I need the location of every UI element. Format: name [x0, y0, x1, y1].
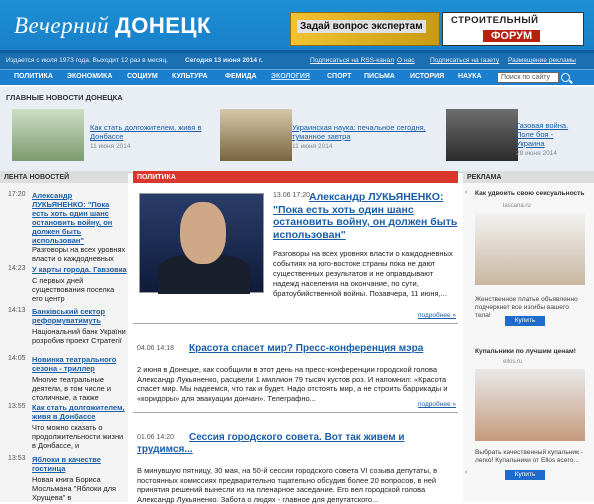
rss-link[interactable]: Подписаться на RSS-канал	[310, 57, 394, 64]
nav-culture[interactable]: КУЛЬТУРА	[172, 73, 208, 80]
news-thumb-2[interactable]	[220, 109, 292, 161]
today-date: Сегодня 13 июня 2014 г.	[185, 57, 263, 64]
ad-title[interactable]: Купальники по лучшим ценам!	[475, 348, 585, 356]
main-news-header: ГЛАВНЫЕ НОВОСТИ ДОНЕЦКА	[6, 93, 123, 102]
nav-politics[interactable]: ПОЛИТИКА	[14, 73, 53, 80]
ad-site: lascana.ru	[503, 203, 531, 209]
feed-time: 14:13	[8, 307, 26, 314]
feed-text: Что можно сказать о продолжительности жи…	[32, 423, 124, 450]
article-text: 2 июня в Донецке, как сообщили в этот де…	[137, 365, 448, 403]
feed-time: 13:53	[8, 455, 26, 462]
feed-text: С первых дней существования поселка его …	[32, 276, 115, 303]
ad-site: ellos.ru	[503, 359, 523, 365]
article-title[interactable]: Сессия городского совета. Вот так живем …	[137, 432, 455, 456]
site-logo[interactable]: Вечерний ДОНЕЦК	[14, 13, 211, 39]
feed-time: 14:23	[8, 265, 26, 272]
nav-sport[interactable]: СПОРТ	[327, 73, 351, 80]
main-nav: ПОЛИТИКА ЭКОНОМИКА СОЦИУМ КУЛЬТУРА ФЕМИД…	[0, 69, 594, 85]
feed-time: 14:05	[8, 355, 26, 362]
banner-ad-forum[interactable]: СТРОИТЕЛЬНЫЙ ФОРУМ	[442, 12, 584, 46]
nav-history[interactable]: ИСТОРИЯ	[410, 73, 444, 80]
politics-header: ПОЛИТИКА	[133, 171, 458, 183]
news-feed: 17:20 Александр ЛУКЬЯНЕНКО: "Пока есть х…	[0, 183, 128, 502]
main-news-title-3[interactable]: Газовая война. Поле боя - Украина	[516, 121, 580, 148]
feed-title[interactable]: Банківський сектор реформуватимуть	[32, 307, 127, 325]
advertising-link[interactable]: Размещение рекламы	[508, 57, 576, 64]
main-news-date-2: 11 июня 2014	[292, 143, 333, 150]
lead-more-link[interactable]: подробнее »	[418, 312, 456, 319]
lead-photo-face	[180, 202, 226, 264]
chevron-left-icon[interactable]: ‹	[465, 469, 467, 476]
divider	[133, 412, 458, 413]
article-title[interactable]: Красота спасет мир? Пресс-конференция мэ…	[137, 343, 455, 355]
feed-text: Разговоры на всех уровнях власти о каждо…	[32, 245, 126, 263]
feed-title[interactable]: Новинка театрального сезона - триллер	[32, 355, 127, 373]
lead-title[interactable]: Александр ЛУКЬЯНЕНКО: "Пока есть хоть од…	[273, 191, 459, 241]
news-thumb-3[interactable]	[446, 109, 518, 161]
banner-ad-forum-line1: СТРОИТЕЛЬНЫЙ	[451, 15, 539, 26]
info-bar: Издается с июля 1973 года. Выходит 12 ра…	[0, 53, 594, 69]
logo-bold: ДОНЕЦК	[115, 13, 211, 38]
news-thumb-1[interactable]	[12, 109, 84, 161]
ad-buy-button[interactable]: Купить	[505, 470, 545, 480]
feed-text: Національний банк України розробив проек…	[32, 327, 126, 345]
feed-title[interactable]: Яблоки в качестве гостинца	[32, 455, 127, 473]
ads-column: ‹ Как удвоить свою сексуальность lascana…	[463, 183, 594, 502]
banner-ad-forum-line2: ФОРУМ	[483, 30, 541, 42]
site-header: Вечерний ДОНЕЦК Задай вопрос экспертам СТ…	[0, 0, 594, 53]
lead-photo[interactable]	[139, 193, 264, 294]
chevron-left-icon[interactable]: ‹	[465, 189, 467, 196]
search-icon[interactable]	[561, 73, 570, 82]
nav-letters[interactable]: ПИСЬМА	[364, 73, 395, 80]
main-news-date-3: 28 июня 2014	[516, 150, 557, 157]
feed-text: Многие театральные деятели, в том числе …	[32, 375, 111, 402]
nav-femida[interactable]: ФЕМИДА	[225, 73, 257, 80]
article-more-link[interactable]: подробнее »	[418, 401, 456, 408]
politics-column: 13.06 17:20 Александр ЛУКЬЯНЕНКО: "Пока …	[133, 183, 459, 504]
subscribe-link[interactable]: Подписаться на газету	[430, 57, 499, 64]
feed-title[interactable]: Как стать долгожителем, живя в Донбассе	[32, 403, 127, 421]
ad-buy-button[interactable]: Купить	[505, 316, 545, 326]
feed-time: 13:55	[8, 403, 26, 410]
logo-script: Вечерний	[14, 13, 110, 38]
ad-image[interactable]	[475, 213, 585, 285]
feed-header: ЛЕНТА НОВОСТЕЙ	[0, 171, 128, 183]
main-news-title-2[interactable]: Украинская наука: печальное сегодня, тум…	[292, 123, 432, 141]
search-input[interactable]: Поиск по сайту	[497, 72, 559, 83]
nav-science[interactable]: НАУКА	[458, 73, 482, 80]
nav-society[interactable]: СОЦИУМ	[127, 73, 158, 80]
banner-ad-experts-text: Задай вопрос экспертам	[297, 20, 426, 33]
divider	[133, 323, 458, 324]
feed-title[interactable]: У карты города. Гавзовка	[32, 265, 127, 274]
ads-header: РЕКЛАМА	[463, 171, 594, 183]
nav-ecology[interactable]: ЭКОЛОГИЯ	[271, 73, 310, 80]
feed-time: 17:20	[8, 191, 26, 198]
ad-text: Выбрать качественный купальник - легко! …	[475, 449, 584, 464]
article-text: В минувшую пятницу, 30 мая, на 50-й сесс…	[137, 466, 438, 504]
main-news-title-1[interactable]: Как стать долгожителем, живя в Донбассе	[90, 123, 220, 141]
publication-info: Издается с июля 1973 года. Выходит 12 ра…	[6, 57, 169, 64]
feed-title[interactable]: Александр ЛУКЬЯНЕНКО: "Пока есть хоть од…	[32, 191, 127, 245]
banner-ad-experts[interactable]: Задай вопрос экспертам	[290, 12, 440, 46]
nav-economics[interactable]: ЭКОНОМИКА	[67, 73, 112, 80]
ad-title[interactable]: Как удвоить свою сексуальность	[475, 190, 585, 198]
feed-text: Новая книга Бориса Мосльмана "Яблоки для…	[32, 475, 117, 502]
main-news-date-1: 11 июня 2014	[90, 143, 131, 150]
lead-text: Разговоры на всех уровнях власти о каждо…	[273, 249, 453, 298]
ad-image[interactable]	[475, 369, 585, 441]
main-news-strip: ГЛАВНЫЕ НОВОСТИ ДОНЕЦКА Как стать долгож…	[0, 87, 594, 173]
about-link[interactable]: О нас	[397, 57, 415, 64]
